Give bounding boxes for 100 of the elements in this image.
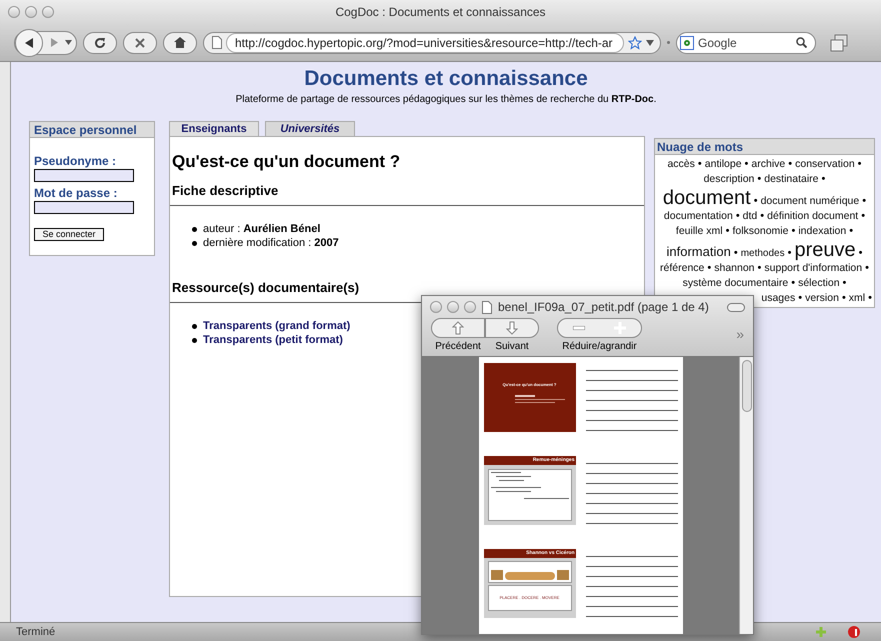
separator: • — [868, 291, 872, 306]
metadata-text: auteur : Aurélien Bénel — [203, 222, 320, 236]
home-icon — [174, 37, 186, 48]
field-label: Mot de passe : — [34, 186, 118, 200]
reload-icon — [94, 36, 106, 48]
separator: • — [822, 172, 826, 187]
search-icon — [796, 37, 807, 48]
tag-link[interactable]: document numérique — [760, 194, 860, 209]
tag-link[interactable]: shannon — [714, 261, 755, 276]
tag-link[interactable]: système documentaire — [682, 276, 788, 291]
separator: • — [842, 276, 846, 291]
page-icon — [212, 36, 222, 49]
panel-title: Espace personnel — [30, 122, 154, 138]
tag-link[interactable]: feuille xml — [676, 224, 723, 239]
tag-link[interactable]: accès — [667, 157, 695, 172]
separator: • — [757, 172, 762, 187]
tag-link[interactable]: sélection — [798, 276, 840, 291]
input-field[interactable] — [34, 169, 134, 182]
separator: • — [862, 194, 866, 209]
tag-link[interactable]: conservation — [795, 157, 855, 172]
tag-link[interactable]: définition document — [767, 209, 858, 224]
window-control-icon[interactable] — [430, 301, 442, 313]
tab[interactable]: Universités — [265, 121, 355, 136]
tag-link[interactable]: document — [662, 187, 751, 209]
separator: • — [726, 224, 730, 239]
tabs-icon[interactable] — [830, 34, 848, 52]
tag-link[interactable]: folksonomie — [732, 224, 788, 239]
back-icon — [24, 38, 34, 48]
bullet-icon — [192, 324, 197, 328]
input-field[interactable] — [34, 201, 134, 214]
separator: • — [858, 157, 862, 172]
scrollbar[interactable] — [739, 357, 753, 634]
search-bar[interactable]: Google — [676, 32, 816, 54]
separator: • — [849, 224, 854, 239]
search-engine-icon[interactable] — [680, 36, 694, 50]
separator: • — [758, 261, 762, 276]
document-title: Qu'est-ce qu'un document ? — [171, 151, 402, 173]
tag-link[interactable]: version — [805, 291, 839, 306]
addon-icon[interactable] — [847, 625, 861, 639]
resource-link[interactable]: Transparents (petit format) — [203, 333, 343, 347]
address-bar[interactable]: http://cogdoc.hypertopic.org/?mod=universities&resource=http://tech-ar — [203, 32, 661, 54]
window-title: CogDoc : Documents et connaissances — [334, 4, 547, 21]
back-button[interactable] — [15, 28, 43, 56]
separator: • — [698, 157, 702, 172]
tab[interactable]: Enseignants — [169, 121, 259, 136]
separator: • — [736, 209, 740, 224]
tag-link[interactable]: destinataire — [764, 172, 819, 187]
tag-link[interactable]: indexation — [798, 224, 846, 239]
separator: • — [744, 157, 748, 172]
bullet-icon — [192, 226, 197, 232]
tag-link[interactable]: methodes — [740, 246, 785, 261]
url-text: http://cogdoc.hypertopic.org/?mod=universities&resource=http://tech-ar — [235, 34, 613, 52]
dropdown-icon[interactable] — [646, 40, 654, 46]
window-control-icon[interactable] — [8, 6, 20, 18]
tag-link[interactable]: description — [704, 172, 754, 187]
field-label: Pseudonyme : — [34, 154, 118, 168]
star-icon[interactable] — [628, 36, 642, 50]
bullet-icon — [192, 338, 197, 342]
reload-button[interactable] — [83, 32, 117, 54]
search-input[interactable]: Google — [698, 34, 792, 52]
home-button[interactable] — [163, 32, 197, 54]
forward-icon — [50, 38, 58, 47]
login-button[interactable]: Se connecter — [34, 228, 104, 241]
window-control-icon[interactable] — [25, 6, 37, 18]
tag-link[interactable]: support d'information — [764, 261, 862, 276]
separator: • — [791, 224, 796, 239]
minus-icon — [572, 326, 585, 330]
separator: • — [734, 246, 738, 261]
section-heading: Ressource(s) documentaire(s) — [171, 280, 360, 296]
tag-link[interactable]: preuve — [794, 239, 856, 261]
window-control-icon[interactable] — [447, 301, 459, 313]
metadata-text: dernière modification : 2007 — [203, 236, 339, 250]
up-arrow-icon — [452, 321, 464, 335]
tag-link[interactable]: antilope — [704, 157, 742, 172]
close-icon — [135, 38, 145, 48]
tag-link[interactable]: information — [666, 244, 731, 259]
window-control-icon[interactable] — [464, 301, 476, 313]
resource-link[interactable]: Transparents (grand format) — [203, 319, 350, 333]
separator: • — [861, 209, 866, 224]
window-title: benel_IF09a_07_petit.pdf (page 1 de 4) — [498, 299, 709, 316]
status-text: Terminé — [16, 624, 56, 640]
separator: • — [865, 261, 869, 276]
dropdown-icon[interactable] — [65, 40, 72, 45]
tag-link[interactable]: dtd — [742, 209, 758, 224]
site-title: Documents et connaissance — [304, 66, 588, 92]
separator: • — [842, 291, 846, 306]
tag-link[interactable]: archive — [751, 157, 786, 172]
down-arrow-icon — [506, 321, 518, 335]
separator: • — [707, 261, 712, 276]
toolbar-hide-button[interactable] — [727, 302, 745, 312]
tag-link[interactable]: usages — [761, 291, 796, 306]
panel-title: Nuage de mots — [655, 139, 874, 155]
separator: • — [791, 276, 796, 291]
tag-link[interactable]: xml — [848, 291, 866, 306]
tag-link[interactable]: référence — [660, 261, 704, 276]
tag-link[interactable]: documentation — [664, 209, 733, 224]
window-control-icon[interactable] — [42, 6, 54, 18]
document-icon — [482, 300, 492, 314]
site-subtitle: Plateforme de partage de ressources pédagogiques sur les thèmes de recherche du RTP-Doc. — [236, 93, 656, 107]
stop-button[interactable] — [123, 32, 157, 54]
